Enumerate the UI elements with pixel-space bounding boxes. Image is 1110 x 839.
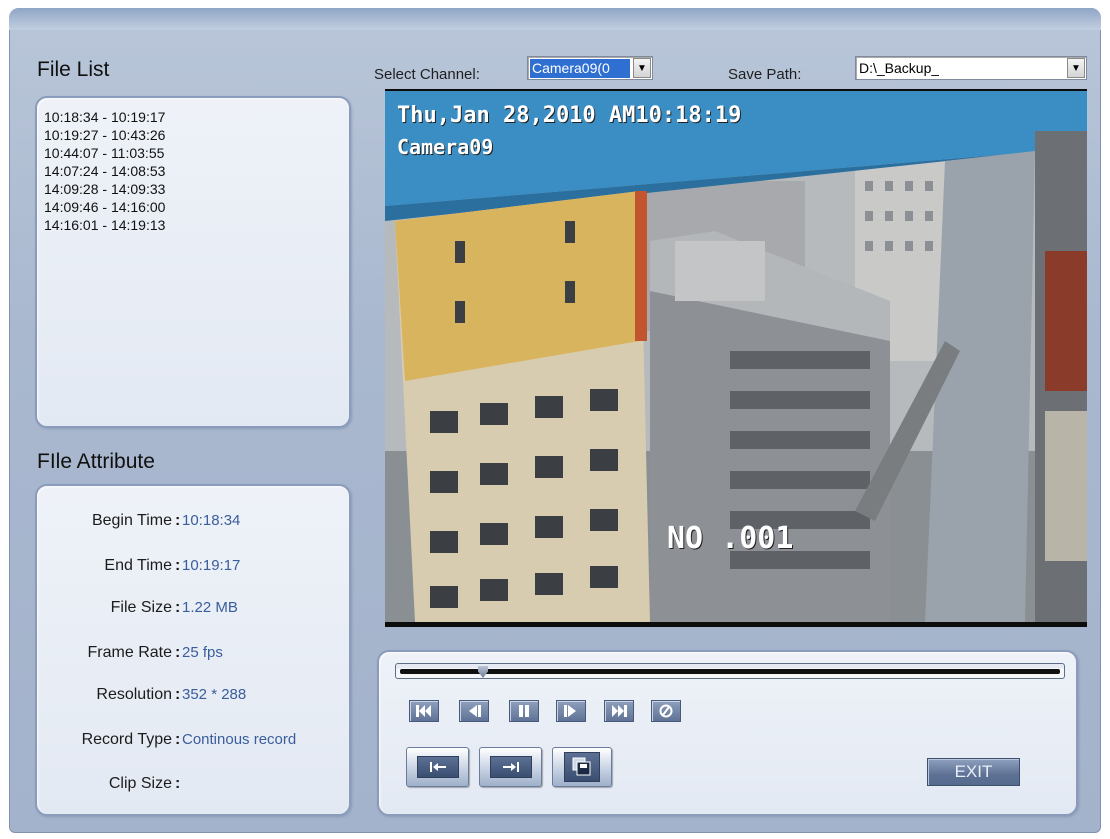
mark-end-icon	[502, 762, 519, 772]
attribute-separator: :	[175, 512, 181, 529]
video-datetime-overlay: Thu,Jan 28,2010 AM10:18:19	[397, 103, 742, 128]
attribute-separator: :	[175, 731, 181, 748]
file-list-title: File List	[37, 58, 110, 81]
chevron-down-icon[interactable]: ▼	[1067, 58, 1085, 78]
attribute-row: File Size:1.22 MB	[36, 599, 346, 621]
step-forward-button[interactable]	[556, 700, 586, 722]
attribute-separator: :	[175, 775, 181, 792]
attribute-row: End Time:10:19:17	[36, 557, 346, 579]
skip-to-end-button[interactable]	[604, 700, 634, 722]
save-clip-button[interactable]	[552, 747, 612, 787]
skip-to-start-button[interactable]	[409, 700, 439, 722]
pause-icon	[519, 705, 529, 717]
file-list-item[interactable]: 10:44:07 - 11:03:55	[44, 144, 344, 162]
file-list[interactable]: 10:18:34 - 10:19:17 10:19:27 - 10:43:26 10…	[44, 108, 344, 418]
save-path-label: Save Path:	[728, 66, 802, 83]
file-list-item[interactable]: 14:09:46 - 14:16:00	[44, 198, 344, 216]
attribute-row: Resolution:352 * 288	[36, 686, 346, 708]
attribute-label: Clip Size	[108, 775, 172, 792]
seek-bar[interactable]	[395, 663, 1065, 679]
sound-button[interactable]	[651, 700, 681, 722]
mark-end-button[interactable]	[479, 747, 542, 787]
attribute-label: Record Type	[81, 731, 172, 748]
step-backward-button[interactable]	[459, 700, 489, 722]
mark-start-face	[416, 756, 459, 778]
attribute-value: Continous record	[182, 731, 297, 748]
pause-button[interactable]	[509, 700, 539, 722]
attribute-row: Begin Time:10:18:34	[36, 512, 346, 534]
title-bar	[9, 8, 1101, 30]
attribute-row: Frame Rate:25 fps	[36, 644, 346, 666]
step-backward-icon	[469, 705, 481, 717]
attribute-separator: :	[175, 557, 181, 574]
file-attribute-title: FIle Attribute	[37, 450, 155, 473]
seek-thumb[interactable]	[478, 666, 488, 678]
attribute-separator: :	[175, 644, 181, 661]
video-view[interactable]: Thu,Jan 28,2010 AM10:18:19 Camera09 NO .…	[385, 89, 1087, 627]
save-clip-icon	[572, 757, 591, 776]
seek-rail	[400, 669, 1060, 674]
attribute-label: Frame Rate	[87, 644, 172, 661]
attribute-label: Resolution	[96, 686, 172, 703]
skip-to-start-icon	[416, 705, 431, 717]
attribute-label: Begin Time	[91, 512, 172, 529]
exit-button[interactable]: EXIT	[927, 758, 1020, 786]
attribute-row: Record Type: Continous record	[36, 731, 346, 753]
save-path-value: D:\_Backup_	[859, 60, 940, 76]
select-channel-label: Select Channel:	[374, 66, 480, 83]
attribute-value: 10:18:34	[182, 512, 241, 529]
mark-start-icon	[429, 762, 446, 772]
save-path-select[interactable]: D:\_Backup_ ▼	[855, 56, 1087, 80]
attribute-value: 10:19:17	[182, 557, 241, 574]
channel-select[interactable]: Camera09(0 ▼	[527, 56, 653, 80]
attribute-row: Clip Size:	[36, 775, 346, 797]
skip-to-end-icon	[612, 705, 627, 717]
video-camera-overlay: Camera09	[397, 135, 494, 159]
file-list-item[interactable]: 10:19:27 - 10:43:26	[44, 126, 344, 144]
save-clip-face	[564, 752, 600, 782]
file-list-item[interactable]: 14:07:24 - 14:08:53	[44, 162, 344, 180]
attribute-value: 1.22 MB	[182, 599, 238, 616]
attribute-value: 352 * 288	[182, 686, 247, 703]
mark-end-face	[489, 756, 532, 778]
step-forward-icon	[564, 705, 576, 717]
attribute-value: 25 fps	[182, 644, 223, 661]
attribute-label: End Time	[104, 557, 172, 574]
file-list-item[interactable]: 14:09:28 - 14:09:33	[44, 180, 344, 198]
file-list-item[interactable]: 10:18:34 - 10:19:17	[44, 108, 344, 126]
video-number-overlay: NO .001	[667, 521, 794, 556]
mark-start-button[interactable]	[406, 747, 469, 787]
attribute-label: File Size	[110, 599, 172, 616]
file-list-item[interactable]: 14:16:01 - 14:19:13	[44, 216, 344, 234]
channel-select-value: Camera09(0	[530, 59, 630, 78]
sound-icon	[659, 704, 673, 718]
attribute-separator: :	[175, 599, 181, 616]
attribute-separator: :	[175, 686, 181, 703]
chevron-down-icon[interactable]: ▼	[633, 58, 651, 78]
